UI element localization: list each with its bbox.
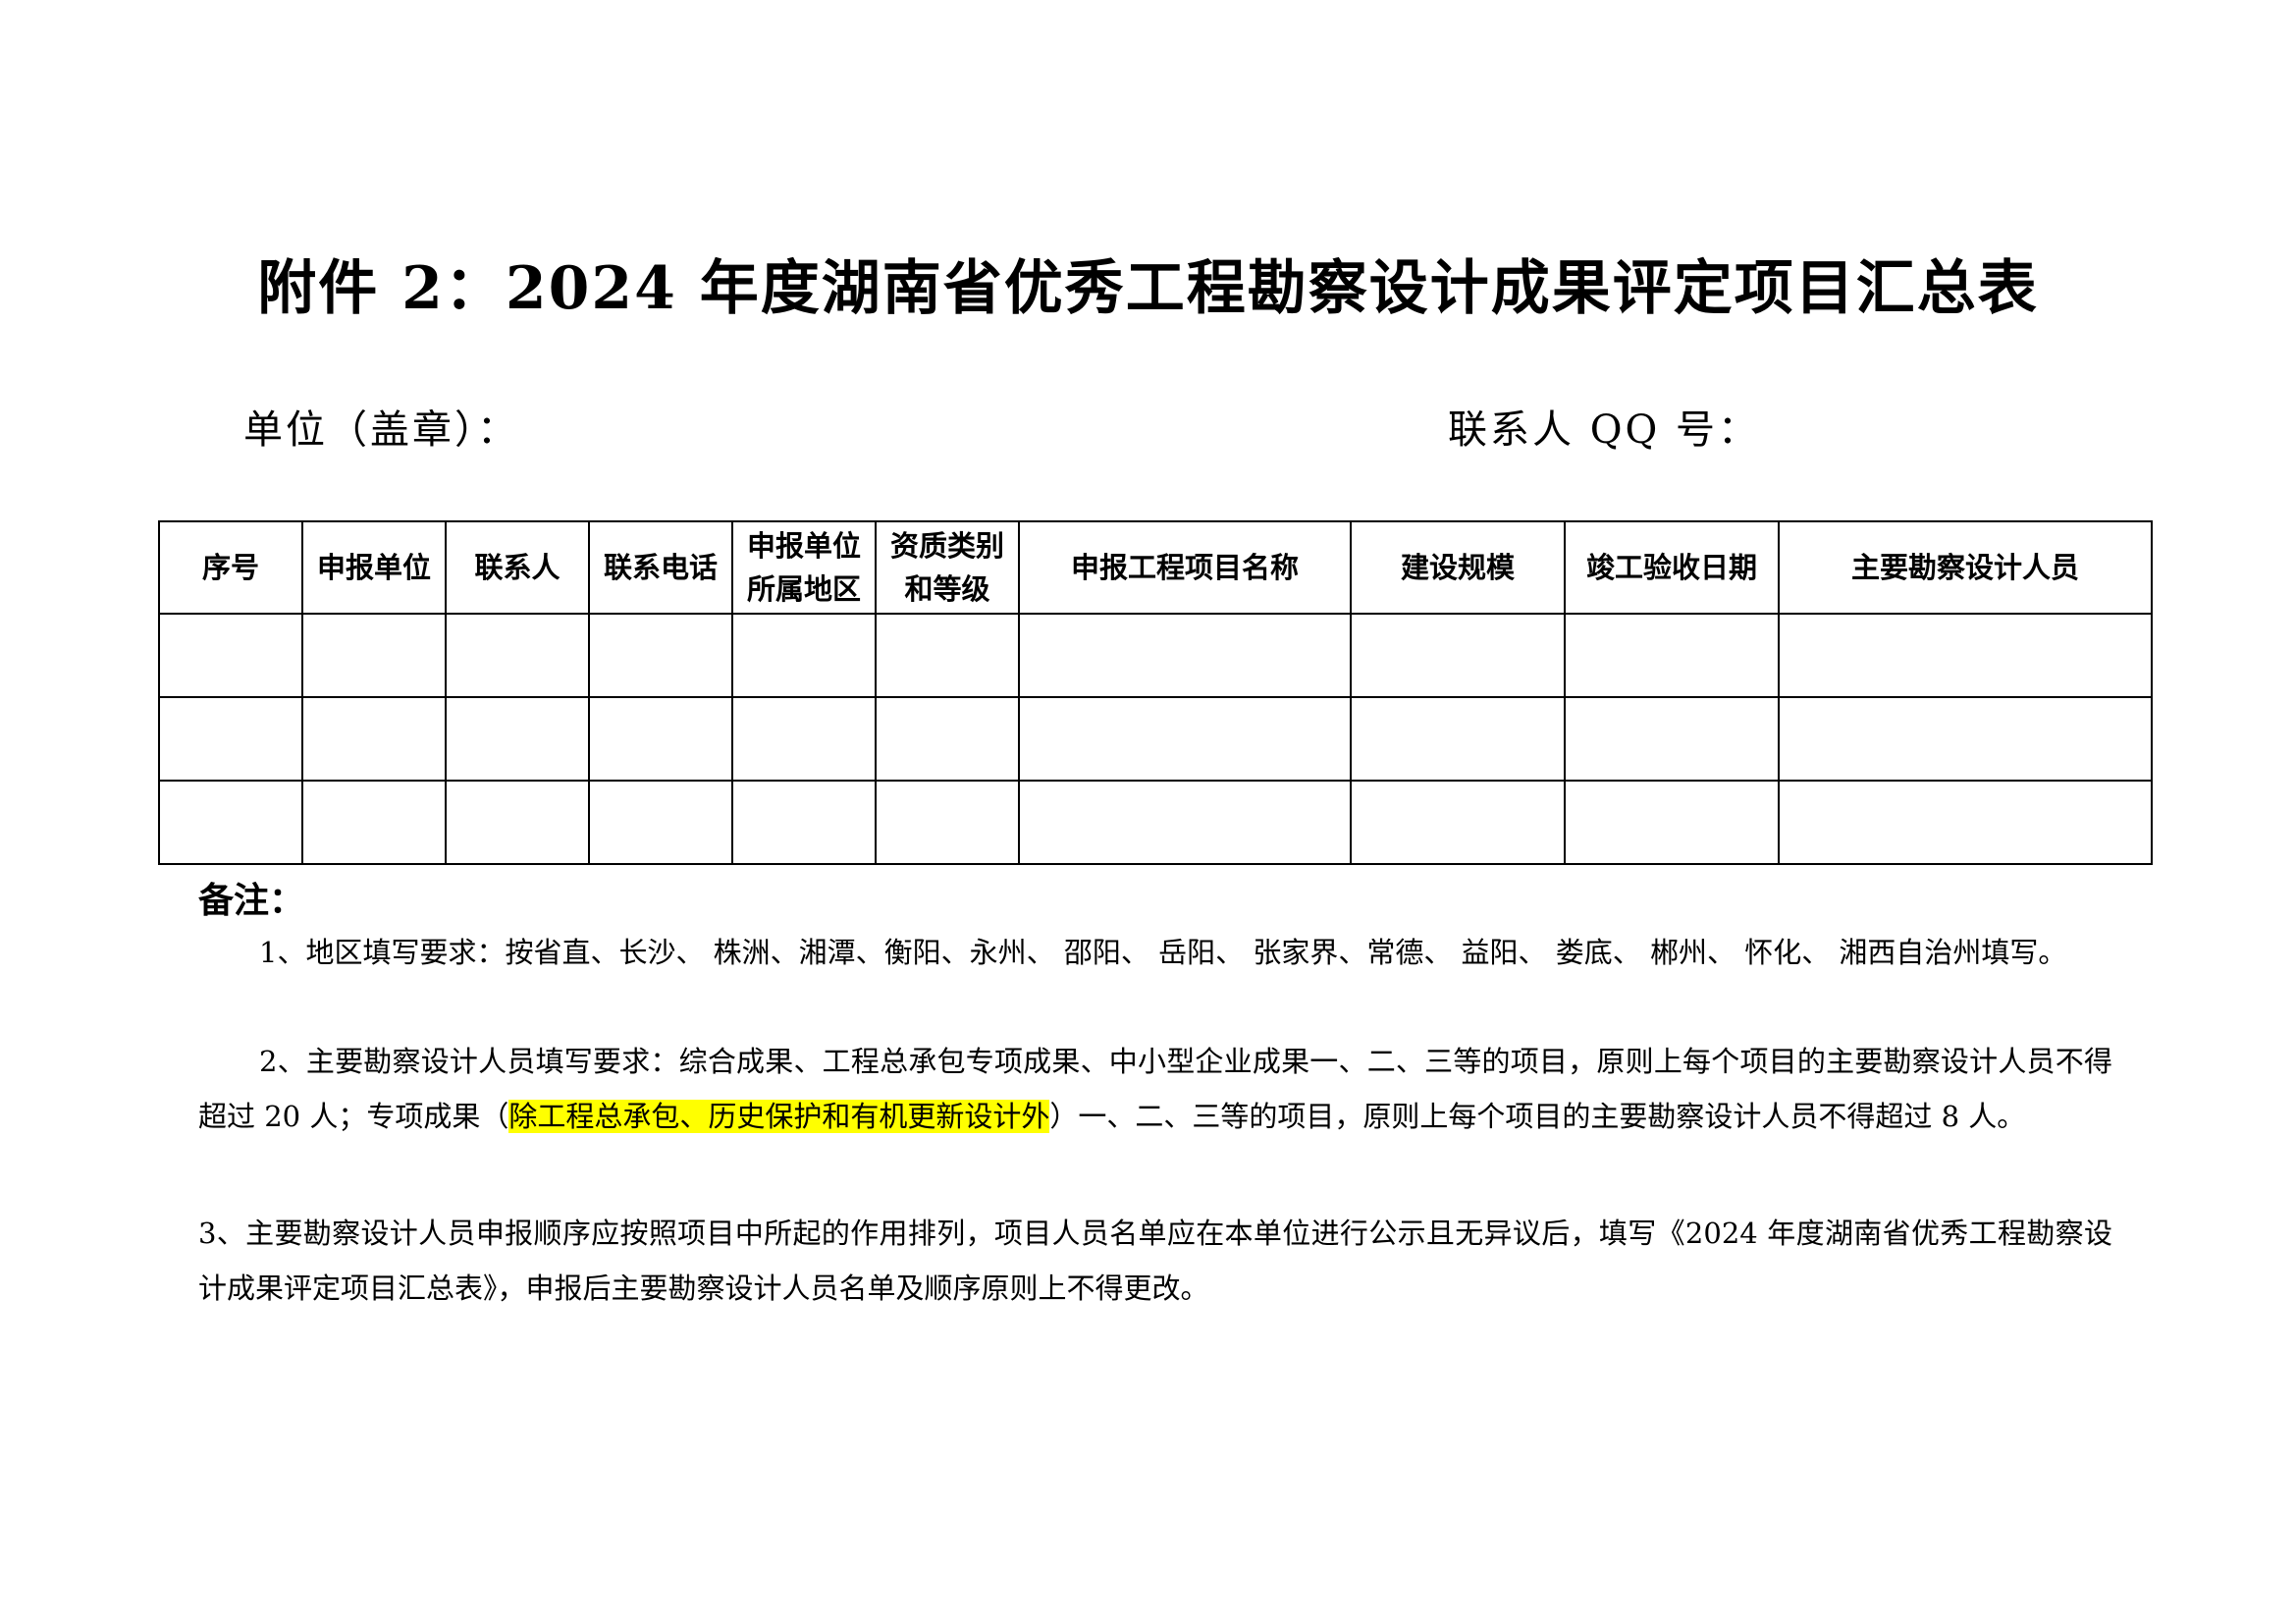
table-cell[interactable] [1564, 613, 1780, 698]
table-cell[interactable] [1778, 696, 2153, 782]
table-cell[interactable] [301, 613, 447, 698]
table-cell[interactable] [445, 613, 590, 698]
note-region-requirement: 1、地区填写要求：按省直、长沙、 株洲、湘潭、衡阳、永州、 邵阳、 岳阳、 张家… [259, 936, 2067, 969]
table-cell[interactable] [588, 780, 733, 865]
summary-table: 序号 申报单位 联系人 联系电话 申报单位所属地区 资质类别和等级 申报工程项目… [158, 520, 2153, 865]
page-title: 附件 2：2024 年度湖南省优秀工程勘察设计成果评定项目汇总表 [257, 254, 2039, 323]
header-qualification-level: 资质类别和等级 [875, 520, 1020, 615]
table-cell[interactable] [1350, 696, 1566, 782]
table-row [158, 613, 2153, 698]
table-row [158, 696, 2153, 782]
table-cell[interactable] [1018, 696, 1352, 782]
notes-title: 备注： [198, 881, 305, 921]
table-cell[interactable] [158, 696, 303, 782]
table-cell[interactable] [875, 696, 1020, 782]
header-applicant-unit: 申报单位 [301, 520, 447, 615]
table-cell[interactable] [1350, 613, 1566, 698]
table-cell[interactable] [158, 780, 303, 865]
table-cell[interactable] [588, 613, 733, 698]
table-cell[interactable] [1564, 780, 1780, 865]
header-completion-date: 竣工验收日期 [1564, 520, 1780, 615]
note-designer-order: 3、主要勘察设计人员申报顺序应按照项目中所起的作用排列，项目人员名单应在本单位进… [198, 1217, 2112, 1305]
table-cell[interactable] [731, 696, 877, 782]
unit-seal-field: 单位（盖章）： [243, 407, 519, 453]
table-cell[interactable] [875, 780, 1020, 865]
header-project-name: 申报工程项目名称 [1018, 520, 1352, 615]
note-2-highlighted-text: 除工程总承包、历史保护和有机更新设计外 [508, 1100, 1050, 1133]
table-cell[interactable] [445, 780, 590, 865]
table-cell[interactable] [1018, 780, 1352, 865]
header-contact-phone: 联系电话 [588, 520, 733, 615]
table-cell[interactable] [301, 696, 447, 782]
header-main-designers: 主要勘察设计人员 [1778, 520, 2153, 615]
table-cell[interactable] [731, 780, 877, 865]
note-designer-requirement: 2、主要勘察设计人员填写要求：综合成果、工程总承包专项成果、中小型企业成果一、二… [198, 1034, 2112, 1144]
table-cell[interactable] [1018, 613, 1352, 698]
table-cell[interactable] [588, 696, 733, 782]
table-cell[interactable] [158, 613, 303, 698]
contact-qq-field: 联系人 QQ 号： [1448, 407, 1761, 453]
table-cell[interactable] [301, 780, 447, 865]
header-serial-number: 序号 [158, 520, 303, 615]
header-contact-person: 联系人 [445, 520, 590, 615]
table-cell[interactable] [1350, 780, 1566, 865]
table-header-row: 序号 申报单位 联系人 联系电话 申报单位所属地区 资质类别和等级 申报工程项目… [158, 520, 2153, 615]
table-cell[interactable] [1564, 696, 1780, 782]
table-cell[interactable] [875, 613, 1020, 698]
table-row [158, 780, 2153, 865]
header-applicant-region: 申报单位所属地区 [731, 520, 877, 615]
table-cell[interactable] [445, 696, 590, 782]
header-construction-scale: 建设规模 [1350, 520, 1566, 615]
table-cell[interactable] [1778, 613, 2153, 698]
table-cell[interactable] [731, 613, 877, 698]
table-cell[interactable] [1778, 780, 2153, 865]
note-2-text-after: ）一、二、三等的项目，原则上每个项目的主要勘察设计人员不得超过 8 人。 [1049, 1100, 2026, 1133]
